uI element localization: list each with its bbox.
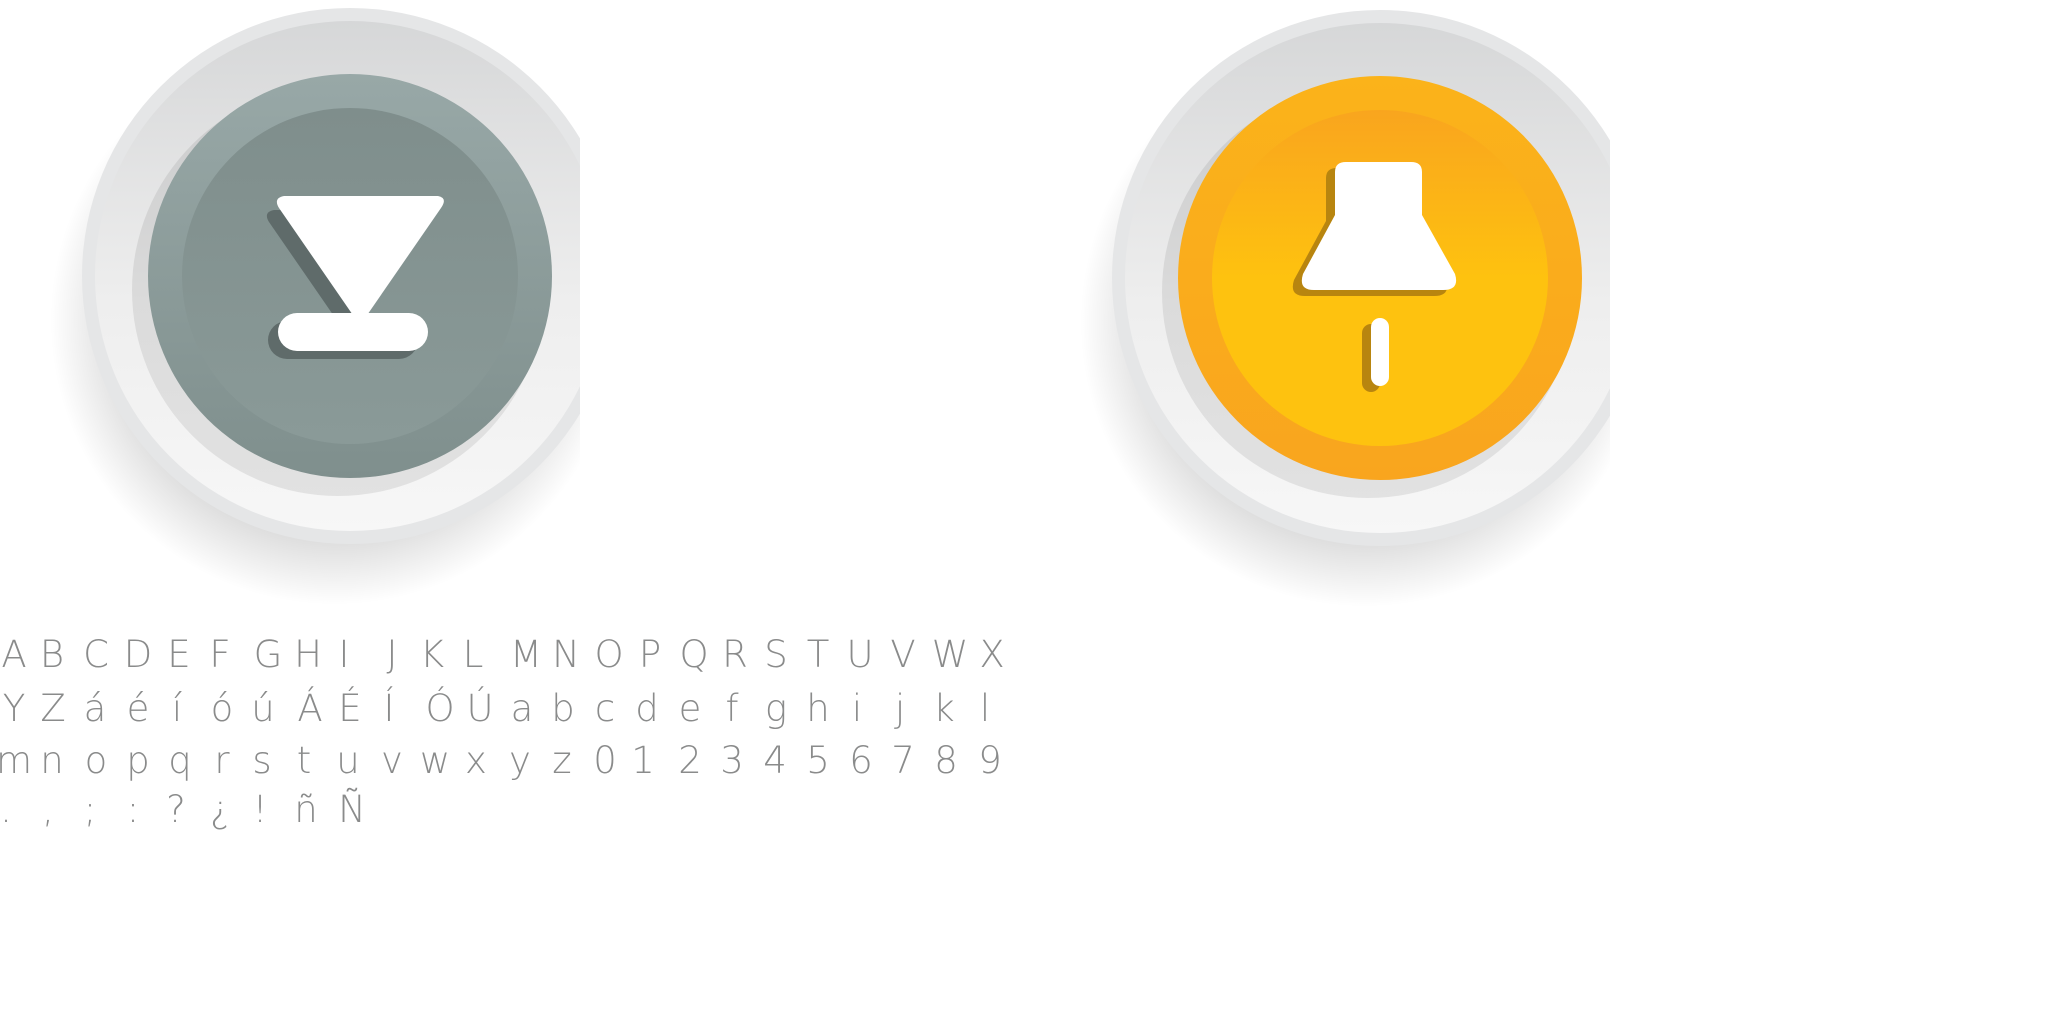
glyph: u <box>336 739 360 782</box>
glyph: H <box>294 633 322 676</box>
glyph: y <box>509 739 531 782</box>
glyph: í <box>171 687 183 730</box>
glyph: b <box>551 687 575 730</box>
specimen-line-accents-lowercase: YZáéíóúÁÉÍÓÚabcdefghijkl <box>0 682 1010 735</box>
glyph: n <box>40 739 64 782</box>
glyph: 4 <box>763 739 787 782</box>
glyph: 3 <box>720 739 744 782</box>
glyph: : <box>126 788 140 831</box>
glyph: ó <box>210 687 234 730</box>
glyph: 5 <box>806 739 830 782</box>
glyph: J <box>386 633 398 676</box>
glyph: F <box>209 633 231 676</box>
glyph-specimen: ABCDEFGHIJKLMNOPQRSTUVWX YZáéíóúÁÉÍÓÚabc… <box>0 628 1010 858</box>
glyph: o <box>84 739 108 782</box>
pin-button[interactable] <box>1050 0 1610 620</box>
glyph: B <box>39 633 65 676</box>
glyph: j <box>894 687 906 730</box>
glyph: 6 <box>849 739 873 782</box>
glyph: ? <box>166 788 186 831</box>
glyph: D <box>123 633 153 676</box>
glyph: M <box>510 633 542 676</box>
glyph: i <box>851 687 863 730</box>
glyph: z <box>552 739 572 782</box>
glyph: R <box>722 633 748 676</box>
glyph: Ñ <box>338 788 366 831</box>
glyph: 7 <box>891 739 915 782</box>
glyph: C <box>83 633 109 676</box>
glyph: 9 <box>978 739 1002 782</box>
glyph: 1 <box>631 739 655 782</box>
glyph: W <box>931 633 969 676</box>
glyph: L <box>462 633 484 676</box>
glyph: q <box>168 739 192 782</box>
glyph: é <box>126 687 150 730</box>
glyph: K <box>419 633 445 676</box>
glyph: e <box>678 687 702 730</box>
eject-button[interactable] <box>20 0 580 620</box>
specimen-line-punctuation: .,;:? ¿! ñ Ñ <box>0 783 1010 836</box>
glyph: h <box>806 687 830 730</box>
glyph: N <box>552 633 580 676</box>
glyph: . <box>0 788 12 831</box>
glyph: ú <box>251 687 275 730</box>
glyph: ; <box>83 788 97 831</box>
glyph: ñ <box>294 788 318 831</box>
glyph: 2 <box>678 739 702 782</box>
glyph: ¿ <box>210 788 230 831</box>
glyph: O <box>594 633 624 676</box>
glyph: G <box>253 633 283 676</box>
glyph: E <box>167 633 191 676</box>
glyph: l <box>979 687 991 730</box>
glyph: A <box>1 633 27 676</box>
glyph: I <box>338 633 350 676</box>
glyph: Á <box>297 687 323 730</box>
glyph: Z <box>40 687 66 730</box>
glyph: P <box>638 633 662 676</box>
glyph: k <box>933 687 955 730</box>
glyph: p <box>126 739 150 782</box>
glyph: 8 <box>934 739 958 782</box>
glyph: a <box>510 687 534 730</box>
glyph: T <box>806 633 830 676</box>
glyph: t <box>296 739 312 782</box>
glyph: m <box>0 739 33 782</box>
glyph: Í <box>383 687 395 730</box>
glyph: ! <box>252 788 268 831</box>
glyph: V <box>890 633 916 676</box>
glyph: U <box>846 633 874 676</box>
glyph: r <box>214 739 230 782</box>
glyph: g <box>764 687 788 730</box>
glyph: É <box>338 687 362 730</box>
glyph: s <box>252 739 272 782</box>
glyph: w <box>419 739 451 782</box>
glyph: á <box>83 687 107 730</box>
glyph: Q <box>679 633 709 676</box>
glyph: f <box>725 687 739 730</box>
glyph: S <box>764 633 788 676</box>
specimen-line-uppercase: ABCDEFGHIJKLMNOPQRSTUVWX <box>0 628 1010 681</box>
glyph: Y <box>2 687 26 730</box>
glyph: Ó <box>425 687 455 730</box>
glyph: , <box>42 788 54 831</box>
specimen-line-lowercase-digits: mnopqrstuvwxyz0123456789 <box>0 734 1010 787</box>
glyph: x <box>465 739 487 782</box>
glyph: v <box>381 739 403 782</box>
glyph: c <box>594 687 616 730</box>
glyph: d <box>635 687 659 730</box>
glyph: Ú <box>466 687 494 730</box>
glyph: X <box>979 633 1005 676</box>
glyph: 0 <box>593 739 617 782</box>
